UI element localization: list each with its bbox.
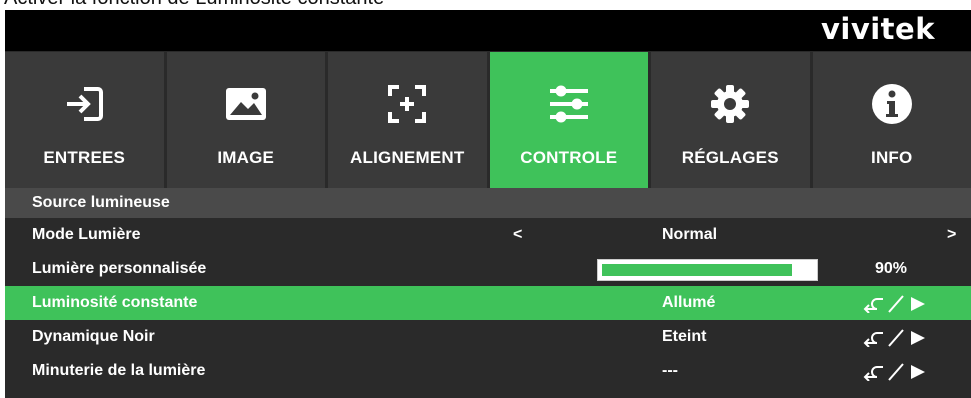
enter-play-icon[interactable] (863, 329, 933, 347)
menu-item-minuterie[interactable]: Minuterie de la lumière --- (5, 354, 971, 388)
tab-entrees[interactable]: ENTREES (5, 52, 164, 188)
menu-item-luminosite-constante[interactable]: Luminosité constante Allumé (5, 286, 971, 320)
caption: Activer la fonction de Luminosité consta… (4, 0, 384, 8)
tab-label: RÉGLAGES (681, 148, 779, 167)
tab-info[interactable]: INFO (812, 52, 971, 188)
section-header: Source lumineuse (5, 188, 971, 218)
tab-image[interactable]: IMAGE (166, 52, 325, 188)
menu-item-label: Luminosité constante (32, 294, 198, 311)
osd-panel: vivitek ENTREES IMAGE ALIGNEMENT CONTROL… (5, 10, 971, 398)
menu-item-value: Eteint (662, 328, 707, 345)
tab-reglages[interactable]: RÉGLAGES (651, 52, 810, 188)
brand-bar: vivitek (5, 10, 971, 51)
menu-item-dynamique-noir[interactable]: Dynamique Noir Eteint (5, 320, 971, 354)
gear-icon (708, 82, 752, 126)
section-title: Source lumineuse (32, 194, 170, 211)
level-percent: 90% (875, 260, 908, 277)
menu-item-label: Minuterie de la lumière (32, 362, 206, 379)
prev-arrow-icon[interactable]: < (513, 218, 522, 252)
menu-item-value: Allumé (662, 294, 716, 311)
enter-play-icon[interactable] (863, 363, 933, 381)
vivitek-logo: vivitek (820, 12, 935, 46)
tab-label: CONTROLE (520, 148, 618, 167)
level-bar[interactable] (597, 259, 818, 281)
menu-item-mode-lumiere[interactable]: Mode Lumière < Normal > (5, 218, 971, 252)
info-icon (870, 82, 914, 126)
enter-play-icon[interactable] (863, 295, 933, 313)
tab-alignement[interactable]: ALIGNEMENT (328, 52, 487, 188)
input-icon (62, 82, 106, 126)
next-arrow-icon[interactable]: > (947, 218, 956, 252)
menu-item-lumiere-personnalisee[interactable]: Lumière personnalisée 90% (5, 252, 971, 286)
menu-list: Source lumineuse Mode Lumière < Normal >… (5, 188, 971, 388)
tab-label: ENTREES (43, 148, 126, 167)
tab-bar: ENTREES IMAGE ALIGNEMENT CONTROLE RÉGLAG… (5, 52, 971, 188)
sliders-icon (547, 82, 591, 126)
menu-item-value: --- (662, 362, 678, 379)
menu-item-label: Dynamique Noir (32, 328, 155, 345)
menu-item-label: Mode Lumière (32, 226, 141, 243)
menu-item-label: Lumière personnalisée (32, 260, 207, 277)
tab-label: IMAGE (217, 148, 275, 167)
tab-controle[interactable]: CONTROLE (489, 52, 648, 188)
menu-item-value: Normal (662, 226, 718, 243)
image-icon (224, 82, 268, 126)
level-bar-fill (602, 264, 792, 276)
tab-label: INFO (871, 148, 913, 167)
alignment-icon (385, 82, 429, 126)
tab-label: ALIGNEMENT (350, 148, 465, 167)
